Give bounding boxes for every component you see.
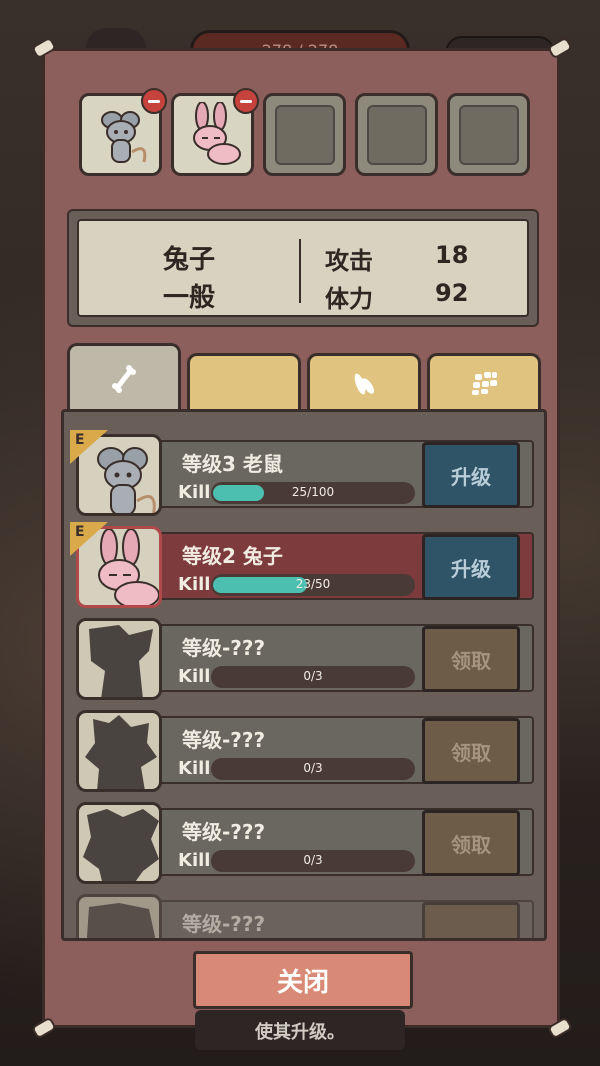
upgrade-button[interactable]: 升级 bbox=[422, 534, 520, 600]
row-portrait bbox=[76, 618, 162, 700]
row-title: 等级-??? bbox=[182, 820, 266, 844]
tab-feather[interactable] bbox=[307, 353, 421, 409]
list-item: 等级-??? bbox=[76, 894, 534, 938]
bone-corner-decoration bbox=[549, 1021, 569, 1035]
kill-progress-bar: 23/50 bbox=[211, 574, 415, 596]
list-item: 等级-??? Kill 0/3 领取 bbox=[76, 618, 534, 700]
team-slot-rabbit[interactable] bbox=[171, 88, 259, 176]
claim-button[interactable]: 领取 bbox=[422, 626, 520, 692]
creature-info-box: 兔子 一般 攻击 18 体力 92 bbox=[67, 209, 539, 327]
tab-crescent[interactable] bbox=[187, 353, 301, 409]
rabbit-portrait-icon bbox=[98, 529, 159, 605]
stamina-label: 体力 bbox=[325, 285, 373, 313]
row-portrait bbox=[76, 710, 162, 792]
row-title: 等级3 老鼠 bbox=[182, 452, 283, 476]
row-title: 等级-??? bbox=[182, 912, 266, 936]
locked-silhouette-icon bbox=[83, 809, 159, 881]
progress-text: 0/3 bbox=[303, 853, 323, 867]
kill-progress-bar: 0/3 bbox=[211, 850, 415, 872]
scales-icon bbox=[472, 371, 497, 395]
kill-progress-bar: 25/100 bbox=[211, 482, 415, 504]
claim-button[interactable]: 领取 bbox=[422, 718, 520, 784]
progress-text: 23/50 bbox=[295, 577, 331, 591]
tier-letter: E bbox=[75, 432, 85, 448]
info-divider bbox=[299, 239, 301, 303]
progress-text: 25/100 bbox=[291, 485, 335, 499]
remove-slot-button[interactable] bbox=[233, 88, 259, 114]
row-portrait bbox=[76, 894, 162, 938]
team-slots bbox=[79, 88, 530, 176]
list-item: 等级-??? Kill 0/3 领取 bbox=[76, 802, 534, 884]
creature-info-card: 兔子 一般 攻击 18 体力 92 bbox=[77, 219, 529, 317]
row-title: 等级-??? bbox=[182, 636, 266, 660]
mouse-portrait-icon bbox=[100, 110, 146, 163]
empty-slot-inner bbox=[458, 104, 519, 165]
attack-label: 攻击 bbox=[325, 247, 373, 275]
team-slot-empty[interactable] bbox=[447, 93, 530, 176]
mouse-portrait-icon bbox=[97, 447, 156, 513]
tab-scales[interactable] bbox=[427, 353, 541, 409]
claim-button[interactable] bbox=[422, 902, 520, 938]
progress-text: 0/3 bbox=[303, 669, 323, 683]
empty-slot-inner bbox=[274, 104, 335, 165]
kill-label: Kill bbox=[178, 758, 211, 779]
kill-progress-bar: 0/3 bbox=[211, 666, 415, 688]
upgrade-button[interactable]: 升级 bbox=[422, 442, 520, 508]
locked-silhouette-icon bbox=[85, 715, 157, 789]
team-slot-mouse[interactable] bbox=[79, 88, 167, 176]
tier-letter: E bbox=[75, 524, 85, 540]
creature-list[interactable]: E 等级3 老鼠 Kill 25/100 升级 E 等级2 兔子 Kill 23… bbox=[61, 409, 547, 941]
row-title: 等级2 兔子 bbox=[182, 544, 283, 568]
kill-progress-bar: 0/3 bbox=[211, 758, 415, 780]
kill-label: Kill bbox=[178, 850, 211, 871]
background-hint-text: 使其升级。 bbox=[195, 1010, 405, 1050]
list-item: E 等级2 兔子 Kill 23/50 升级 bbox=[70, 522, 534, 608]
list-item: E 等级3 老鼠 Kill 25/100 升级 bbox=[70, 430, 534, 516]
creature-rarity: 一般 bbox=[162, 283, 215, 313]
row-portrait bbox=[76, 802, 162, 884]
kill-label: Kill bbox=[178, 574, 211, 595]
team-slot-empty[interactable] bbox=[355, 93, 438, 176]
collection-panel: 兔子 一般 攻击 18 体力 92 E 等级3 老鼠 Kill 25/100 升… bbox=[42, 48, 560, 1028]
crescent-icon bbox=[238, 371, 251, 394]
rabbit-portrait-icon bbox=[192, 101, 241, 165]
claim-button[interactable]: 领取 bbox=[422, 810, 520, 876]
attack-value: 18 bbox=[435, 241, 469, 269]
empty-slot-inner bbox=[366, 104, 427, 165]
kill-label: Kill bbox=[178, 666, 211, 687]
kill-label: Kill bbox=[178, 482, 211, 503]
progress-text: 0/3 bbox=[303, 761, 323, 775]
bone-icon bbox=[112, 364, 136, 393]
locked-silhouette-icon bbox=[87, 903, 155, 938]
row-title: 等级-??? bbox=[182, 728, 266, 752]
feather-icon bbox=[354, 373, 375, 394]
list-item: 等级-??? Kill 0/3 领取 bbox=[76, 710, 534, 792]
remove-slot-button[interactable] bbox=[141, 88, 167, 114]
bone-corner-decoration bbox=[33, 41, 53, 55]
creature-name: 兔子 bbox=[162, 245, 215, 275]
stamina-value: 92 bbox=[435, 279, 469, 307]
team-slot-empty[interactable] bbox=[263, 93, 346, 176]
category-tabs bbox=[67, 343, 543, 411]
bone-corner-decoration bbox=[549, 41, 569, 55]
locked-silhouette-icon bbox=[89, 625, 153, 697]
bone-corner-decoration bbox=[33, 1021, 53, 1035]
tab-bone[interactable] bbox=[67, 343, 181, 411]
close-button[interactable]: 关闭 bbox=[193, 951, 413, 1009]
